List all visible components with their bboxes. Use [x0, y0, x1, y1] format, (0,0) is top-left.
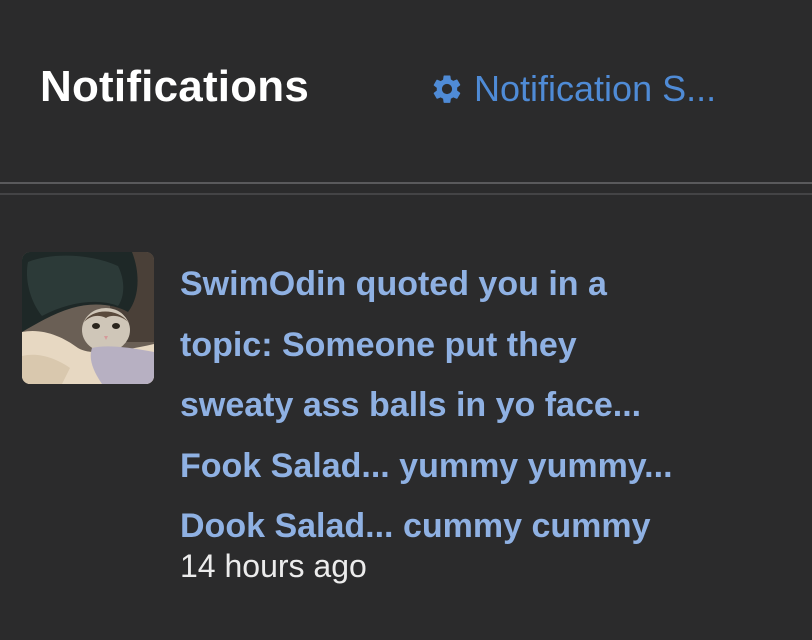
notification-message-line: sweaty ass balls in yo face... [180, 386, 642, 424]
header-divider-secondary [0, 193, 812, 195]
gear-icon [430, 72, 464, 106]
page-title: Notifications [40, 62, 310, 111]
notification-message-line: topic: Someone put they [180, 325, 577, 364]
notification-message-line: Fook Salad... yummy yummy... [180, 446, 673, 485]
notification-settings-label: Notification S... [474, 68, 717, 109]
notification-message[interactable]: SwimOdin quoted you in a topic: Someone … [180, 254, 790, 557]
notification-item[interactable]: SwimOdin quoted you in a topic: Someone … [0, 240, 812, 610]
page-header: Notifications Notification S... [0, 0, 812, 180]
notification-settings-link[interactable]: Notification S... [430, 67, 716, 111]
avatar[interactable] [22, 252, 154, 384]
notification-timestamp: 14 hours ago [180, 548, 367, 584]
header-divider [0, 182, 812, 184]
notification-message-line: SwimOdin quoted you in a [180, 265, 607, 303]
